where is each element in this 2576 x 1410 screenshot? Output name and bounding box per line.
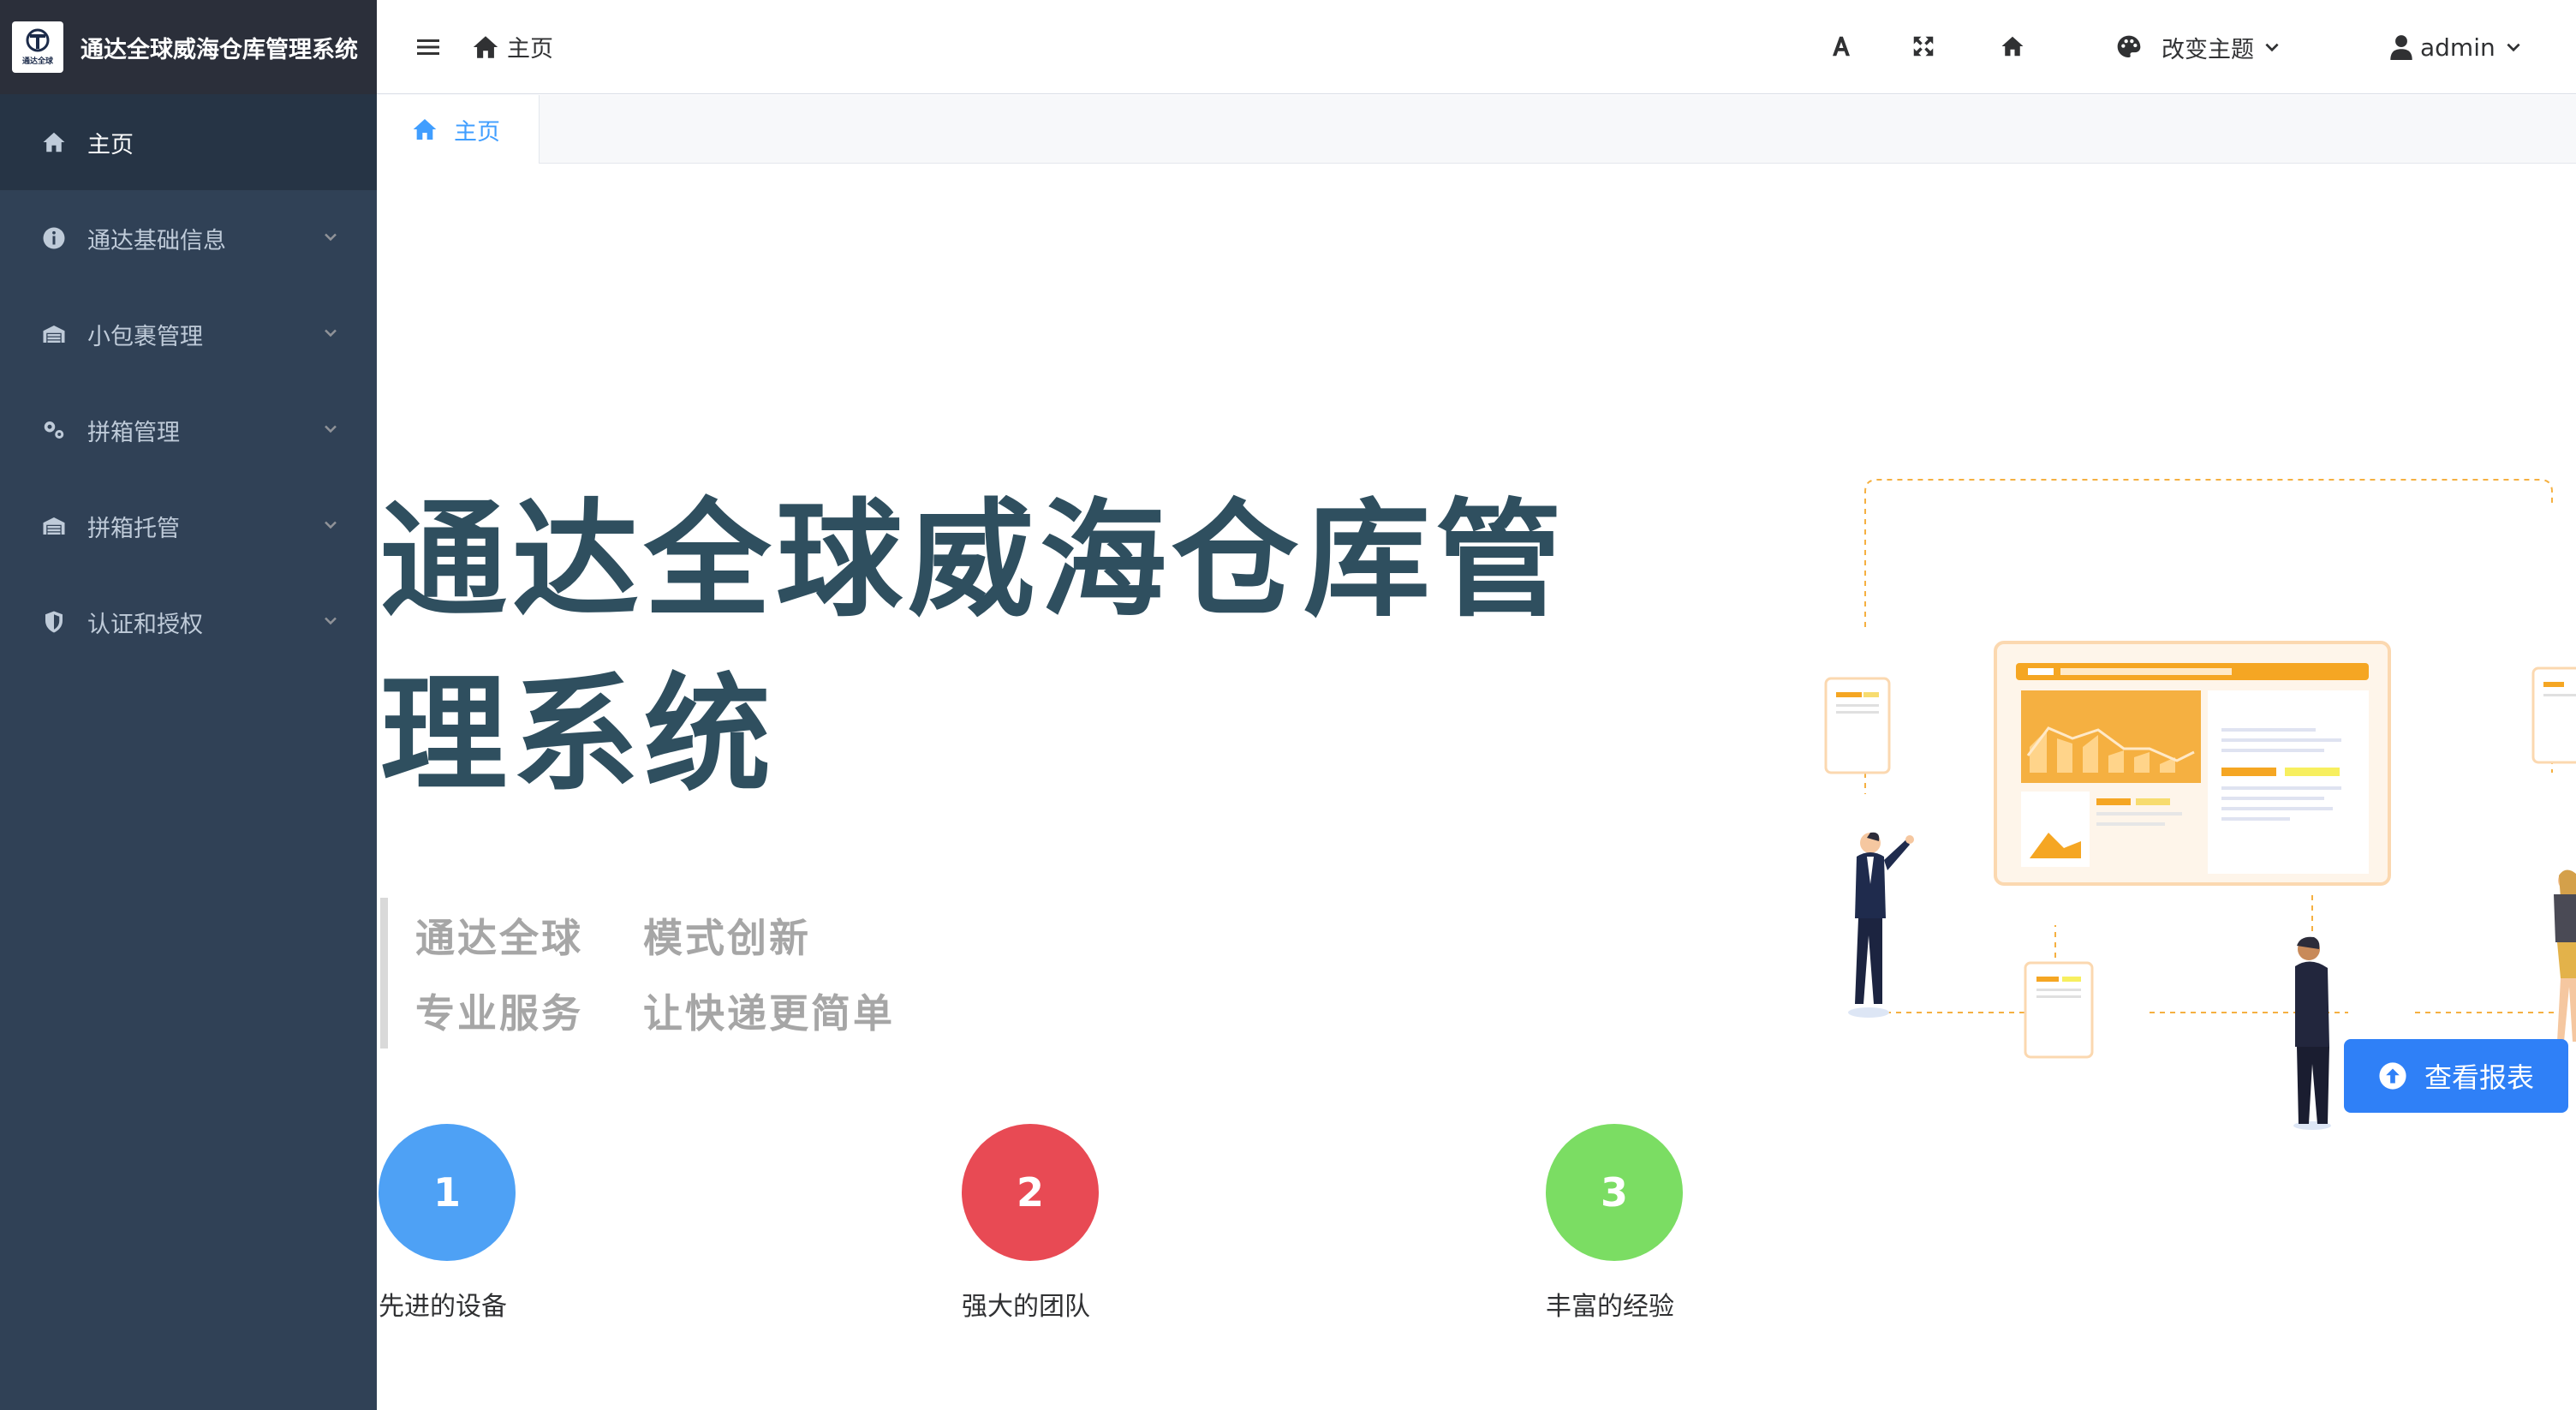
user-name: admin [2420,33,2496,62]
view-report-label: 查看报表 [2424,1061,2534,1094]
sidebar: 通达全球 通达全球威海仓库管理系统 主页 通达基础信息 小包裹管理 拼箱管理 拼… [0,0,377,1410]
feature-item: 3 丰富的经验 [1546,1124,1691,1323]
chevron-down-icon [322,609,339,636]
chevron-down-icon [322,513,339,540]
feature-item: 1 先进的设备 [379,1124,524,1323]
tag-label: 主页 [454,118,500,146]
theme-dropdown-label: 改变主题 [2162,36,2254,63]
user-icon [2390,35,2412,60]
home-icon [413,119,437,140]
view-report-button[interactable]: 查看报表 [2344,1039,2568,1113]
app-logo: 通达全球 [12,21,63,73]
slogan-row: 专业服务 让快递更简单 [415,973,980,1049]
user-dropdown[interactable]: admin [2389,26,2523,69]
sidebar-item-label: 小包裹管理 [87,323,203,350]
logo-text: 通达全球 [21,57,53,66]
slogan-text: 模式创新 [643,915,811,961]
sidebar-item-consolidation-custody[interactable]: 拼箱托管 [0,478,377,574]
logo-mark-icon [26,28,50,52]
tags-view: 主页 [377,95,2576,164]
feature-item: 2 强大的团队 [962,1124,1107,1323]
fullscreen-icon[interactable] [1906,29,1941,63]
sidebar-item-label: 拼箱管理 [87,419,180,446]
warehouse-icon [39,320,69,349]
chevron-down-icon [322,321,339,348]
sidebar-item-label: 主页 [87,131,134,158]
gears-icon [39,415,69,445]
feature-label: 先进的设备 [379,1292,507,1322]
slogan-text: 专业服务 [415,990,583,1037]
sidebar-item-auth[interactable]: 认证和授权 [0,574,377,670]
sidebar-item-basic-info[interactable]: 通达基础信息 [0,190,377,286]
sidebar-item-small-parcel[interactable]: 小包裹管理 [0,286,377,382]
hamburger-menu-icon[interactable] [414,33,442,61]
breadcrumb: 主页 [471,30,553,63]
feature-number-badge: 3 [1546,1124,1683,1261]
font-size-icon[interactable] [1824,29,1858,63]
palette-icon [2117,35,2141,57]
chevron-down-icon [322,225,339,252]
home-icon [39,128,69,157]
sidebar-item-label: 通达基础信息 [87,227,226,254]
feature-number-badge: 2 [962,1124,1099,1261]
slogan-text: 通达全球 [415,915,583,961]
chevron-down-icon [2507,43,2520,52]
breadcrumb-current[interactable]: 主页 [507,30,553,63]
sidebar-item-label: 认证和授权 [87,611,203,638]
theme-dropdown[interactable]: 改变主题 [2115,26,2281,69]
slogan-text: 让快递更简单 [643,990,895,1037]
info-icon [39,224,69,253]
dashboard-main: 通达全球威海仓库管理系统 通达全球 模式创新 专业服务 让快递更简单 1 先进的… [377,164,2576,1410]
feature-label: 强大的团队 [962,1292,1090,1322]
brand[interactable]: 通达全球 通达全球威海仓库管理系统 [0,0,377,94]
sidebar-item-home[interactable]: 主页 [0,94,377,190]
shield-icon [39,607,69,636]
slogan-row: 通达全球 模式创新 [415,898,980,973]
slogan-block: 通达全球 模式创新 专业服务 让快递更简单 [380,898,980,1049]
feature-label: 丰富的经验 [1546,1292,1674,1322]
dashboard-illustration [1824,479,2576,1130]
sidebar-item-label: 拼箱托管 [87,515,180,542]
sidebar-menu: 主页 通达基础信息 小包裹管理 拼箱管理 拼箱托管 认证和授权 [0,94,377,670]
chevron-down-icon [322,417,339,444]
sidebar-item-consolidation[interactable]: 拼箱管理 [0,382,377,478]
home-icon[interactable] [1995,29,2030,63]
tag-home[interactable]: 主页 [377,95,540,164]
app-title: 通达全球威海仓库管理系统 [80,36,358,63]
upload-circle-icon [2379,1062,2406,1090]
feature-number-badge: 1 [379,1124,516,1261]
hero-title: 通达全球威海仓库管理系统 [380,487,1567,809]
chevron-down-icon [2265,43,2279,52]
warehouse-icon [39,511,69,541]
home-icon [473,35,498,58]
